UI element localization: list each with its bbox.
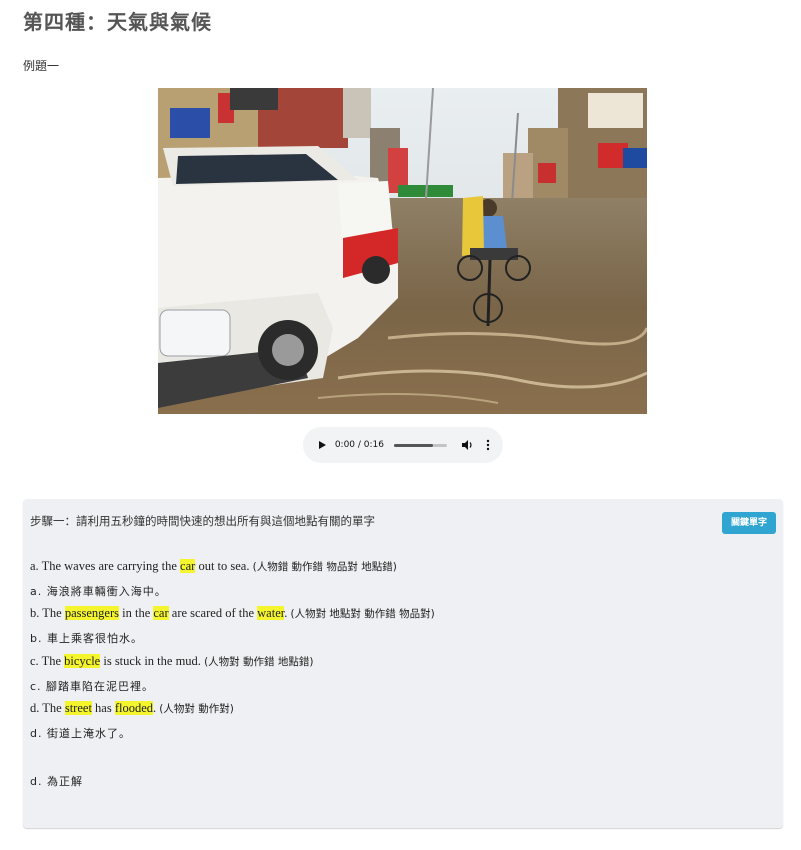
audio-time: 0:00 / 0:16: [334, 440, 384, 450]
option-a-english: a. The waves are carrying the car out to…: [30, 559, 397, 573]
option-d-chinese: d. 街道上淹水了。: [30, 727, 131, 740]
page-title: 第四種：天氣與氣候: [23, 10, 212, 34]
option-c-chinese: c. 腳踏車陷在泥巴裡。: [30, 680, 155, 693]
audio-player[interactable]: 0:00 / 0:16: [303, 427, 503, 463]
key-vocabulary-button[interactable]: 關鍵單字: [721, 512, 776, 534]
highlight-word: car: [180, 559, 196, 573]
highlight-word: passengers: [64, 606, 119, 620]
highlight-word: flooded: [114, 701, 154, 715]
highlight-word: car: [153, 606, 169, 620]
highlight-word: water: [257, 606, 285, 620]
answer-text: d. 為正解: [30, 775, 83, 788]
audio-seek-fill: [394, 443, 434, 447]
highlight-word: street: [64, 701, 92, 715]
example-label: 例題一: [23, 59, 60, 73]
step-instruction: 步驟一：請利用五秒鐘的時間快速的想出所有與這個地點有關的單字: [30, 514, 375, 528]
option-d-english: d. The street has flooded. (人物對 動作對): [30, 701, 234, 715]
exercise-panel: 步驟一：請利用五秒鐘的時間快速的想出所有與這個地點有關的單字 關鍵單字 a. T…: [23, 499, 783, 828]
flooded-street-illustration: [158, 88, 647, 414]
option-a-chinese: a. 海浪將車輛衝入海中。: [30, 585, 167, 598]
option-b-chinese: b. 車上乘客很怕水。: [30, 632, 143, 645]
highlight-word: bicycle: [64, 654, 101, 668]
more-options-icon[interactable]: [483, 438, 493, 452]
volume-icon[interactable]: [461, 438, 475, 452]
audio-seek-bar[interactable]: [394, 443, 448, 447]
flooded-street-photo: [158, 88, 647, 414]
option-c-english: c. The bicycle is stuck in the mud. (人物對…: [30, 654, 314, 668]
play-icon[interactable]: [315, 438, 329, 452]
option-b-english: b. The passengers in the car are scared …: [30, 606, 435, 620]
